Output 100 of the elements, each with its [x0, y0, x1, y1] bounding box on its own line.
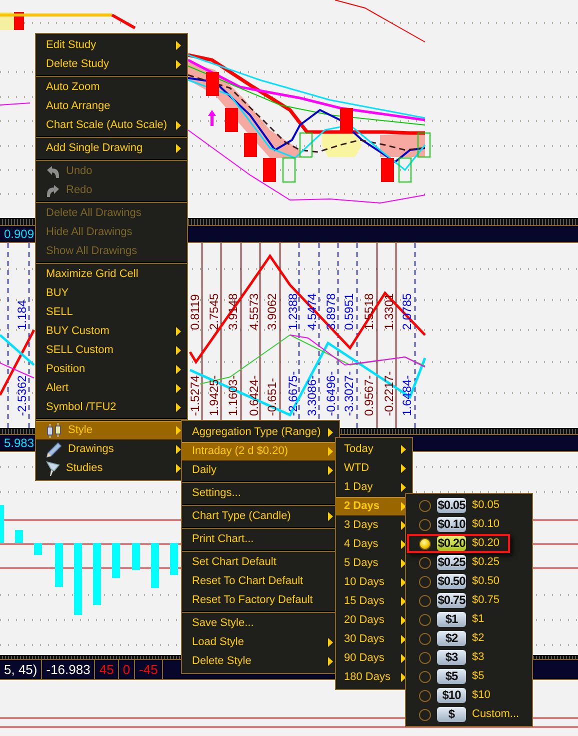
readout-value: 5, 45) [4, 660, 38, 679]
menu-item[interactable]: Save Style... [182, 614, 339, 633]
menu-item[interactable]: Alert [36, 379, 187, 398]
price-tag: $1 [437, 612, 466, 627]
menu-item[interactable]: BUY [36, 284, 187, 303]
submenu-arrow-icon [401, 540, 406, 549]
value-label: 1.3301 [382, 293, 396, 330]
value-label: -2.5362 [15, 375, 29, 416]
menu-item[interactable]: Symbol /TFU2 [36, 398, 187, 417]
menu-item[interactable]: $ Custom... [407, 705, 530, 724]
radio-button[interactable] [419, 576, 431, 588]
value-label: 0.9567- [362, 375, 376, 416]
readout-value: -45 [139, 660, 158, 679]
submenu-arrow-icon [401, 654, 406, 663]
readout-value: 45 [99, 660, 114, 679]
submenu-arrow-icon [401, 616, 406, 625]
value-label: 1.6484- [400, 375, 414, 416]
submenu-arrow-icon [328, 466, 333, 475]
radio-button[interactable] [419, 594, 431, 606]
menu-item[interactable]: Chart Scale (Auto Scale) [36, 116, 187, 135]
submenu-arrow-icon [401, 578, 406, 587]
menu-item[interactable]: Today [336, 440, 412, 459]
candle [206, 72, 219, 96]
radio-button[interactable] [419, 556, 431, 568]
menu-item[interactable]: Auto Zoom [36, 78, 187, 97]
value-label: 0.8119 [188, 294, 202, 330]
candle [340, 108, 353, 132]
value-label: 3.9062 [265, 293, 279, 330]
value-label: -0.6496- [324, 371, 338, 416]
undo-icon [46, 166, 60, 178]
submenu-arrow-icon [328, 638, 333, 647]
candlestick-icon [46, 422, 62, 438]
submenu-arrow-icon [328, 512, 333, 521]
menu-item[interactable]: SELL [36, 303, 187, 322]
submenu-arrow-icon [401, 521, 406, 530]
candle [225, 108, 238, 132]
menu-item[interactable]: Maximize Grid Cell [36, 265, 187, 284]
submenu-arrow-icon [401, 635, 406, 644]
value-label: 1.1603- [226, 375, 240, 416]
value-label: -0.2217- [382, 371, 396, 416]
submenu-arrow-icon [401, 502, 406, 511]
menu-item[interactable]: Delete Study [36, 55, 187, 74]
menu-item[interactable]: $10 $10 [407, 686, 500, 705]
pencil-icon [46, 442, 62, 458]
menu-item[interactable]: Reset To Factory Default [182, 591, 339, 610]
submenu-arrow-icon [401, 483, 406, 492]
price-tag: $0.05 [437, 498, 466, 513]
submenu-arrow-icon [328, 428, 333, 437]
price-tag: $0.75 [437, 593, 466, 608]
candle [398, 158, 412, 182]
submenu-arrow-icon [401, 445, 406, 454]
histogram-bar [34, 543, 42, 555]
menu-item[interactable]: Load Style [182, 633, 339, 652]
value-label: 1.5518 [362, 293, 376, 330]
menu-item[interactable]: Chart Type (Candle) [182, 507, 339, 526]
submenu-arrow-icon [328, 447, 333, 456]
menu-item[interactable]: Set Chart Default [182, 553, 339, 572]
menu-item[interactable]: 1 Day [336, 478, 412, 497]
radio-button[interactable] [419, 652, 431, 664]
menu-item[interactable]: Settings... [182, 484, 339, 503]
histogram-bar [55, 543, 63, 587]
value-label: 3.9148 [226, 293, 240, 330]
menu-item[interactable]: $3 $3 [407, 648, 494, 667]
menu-item[interactable]: Reset To Chart Default [182, 572, 339, 591]
menu-item[interactable]: Delete Style [182, 652, 339, 671]
menu-item[interactable]: WTD [336, 459, 412, 478]
radio-button[interactable] [419, 518, 431, 530]
menu-item[interactable]: Add Single Drawing [36, 139, 187, 158]
indicator-line [0, 102, 30, 106]
radio-button[interactable] [419, 538, 431, 550]
submenu-arrow-icon [401, 559, 406, 568]
submenu-arrow-icon [401, 464, 406, 473]
candle [381, 158, 394, 182]
radio-button[interactable] [419, 708, 431, 720]
price-tag: $5 [437, 669, 466, 684]
readout-value: 0 [122, 660, 130, 679]
menu-item[interactable]: Print Chart... [182, 530, 339, 549]
value-label: 0.6424- [247, 375, 261, 416]
radio-button[interactable] [419, 670, 431, 682]
value-label: -1.5274 [188, 375, 202, 416]
menu-item[interactable]: Auto Arrange [36, 97, 187, 116]
price-tag: $ [437, 707, 466, 722]
menu-item[interactable]: $0.20 $0.20 [407, 534, 510, 553]
menu-item[interactable]: Position [36, 360, 187, 379]
radio-button[interactable] [419, 500, 431, 512]
submenu-arrow-icon [176, 41, 181, 50]
menu-item[interactable]: SELL Custom [36, 341, 187, 360]
menu-item[interactable]: Edit Study [36, 36, 187, 55]
submenu-arrow-icon [176, 426, 181, 435]
price-tag: $10 [437, 688, 466, 703]
value-label: -3.3027- [342, 371, 356, 416]
candle [418, 132, 430, 158]
submenu-arrow-icon [401, 673, 406, 682]
value-label: 3.8978 [324, 293, 338, 330]
radio-button[interactable] [419, 614, 431, 626]
radio-button[interactable] [419, 632, 431, 644]
menu-item[interactable]: BUY Custom [36, 322, 187, 341]
radio-button[interactable] [419, 690, 431, 702]
value-label: 2.7545 [207, 293, 221, 330]
value-label: 1.9425- [207, 375, 221, 416]
